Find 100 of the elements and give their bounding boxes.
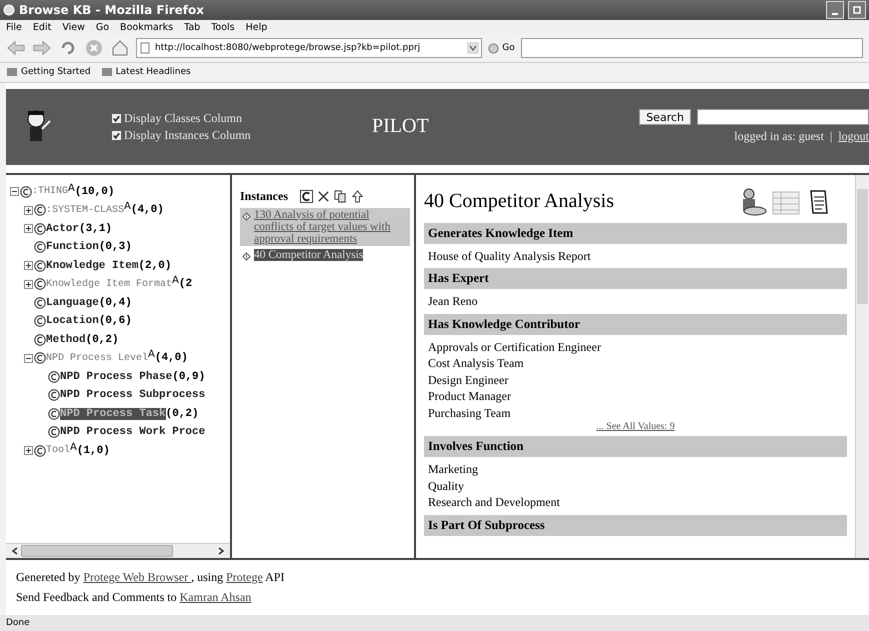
upload-arrow-icon[interactable]	[351, 190, 364, 203]
footer-link[interactable]: Kamran Ahsan	[180, 590, 252, 604]
dropdown-icon[interactable]	[467, 42, 480, 54]
tree-toggle-icon[interactable]	[24, 206, 33, 215]
delete-icon[interactable]	[317, 190, 330, 203]
class-icon	[34, 222, 46, 235]
instance-link[interactable]: 40 Competitor Analysis	[254, 248, 364, 261]
scroll-right-icon[interactable]	[217, 546, 225, 555]
class-name[interactable]: Function	[46, 241, 99, 254]
search-field[interactable]	[520, 38, 864, 58]
horizontal-scrollbar[interactable]	[6, 542, 230, 558]
abstract-marker: A	[172, 275, 179, 286]
slot-value: Cost Analysis Team	[428, 355, 525, 372]
instance-count: (10,0)	[74, 186, 114, 198]
minimize-icon	[832, 13, 838, 16]
display-option-checkbox[interactable]: Display Instances Column	[112, 128, 322, 143]
scroll-left-icon[interactable]	[11, 546, 19, 555]
page-icon	[139, 42, 151, 54]
slot-heading: Involves Function	[424, 436, 847, 458]
address-field[interactable]: http://localhost:8080/webprotege/browse.jsp?kb=pilot.pprj	[136, 38, 482, 58]
instance-count: (3,1)	[79, 222, 112, 235]
tree-toggle-icon[interactable]	[24, 280, 33, 289]
class-name[interactable]: Method	[46, 334, 86, 346]
class-name[interactable]: :THING	[32, 186, 68, 198]
footer-link[interactable]: Protege Web Browser	[83, 570, 192, 584]
instance-count: (2,0)	[138, 260, 172, 272]
class-icon	[34, 241, 46, 254]
slot-heading: Has Knowledge Contributor	[424, 314, 847, 335]
abstract-marker: A	[68, 182, 75, 194]
tree-toggle-icon[interactable]	[10, 187, 19, 196]
separator-text: |	[830, 129, 832, 144]
class-icon	[48, 426, 60, 438]
maximize-button[interactable]	[848, 1, 866, 20]
search-button[interactable]: Search	[639, 109, 691, 126]
class-name[interactable]: Knowledge Item Format	[46, 278, 172, 290]
back-arrow-icon[interactable]	[6, 39, 26, 58]
instance-icon	[242, 212, 251, 221]
instance-count: (2	[178, 278, 192, 290]
class-icon	[34, 352, 46, 364]
go-button[interactable]: Go	[488, 42, 515, 54]
menu-item[interactable]: Bookmarks	[120, 22, 174, 33]
status-bar: Done	[0, 614, 869, 631]
slot-value: Purchasing Team	[428, 404, 512, 422]
menu-item[interactable]: Help	[246, 22, 268, 33]
bookmark-icon	[6, 66, 18, 78]
slot-heading: Generates Knowledge Item	[424, 222, 847, 244]
instance-link[interactable]: 130 Analysis of potential conflicts of target values with approval requirements	[254, 208, 408, 245]
class-icon	[48, 389, 60, 402]
class-name[interactable]: NPD Process Work Proce	[60, 426, 206, 438]
tree-toggle-icon[interactable]	[24, 354, 33, 363]
menu-item[interactable]: File	[6, 22, 22, 33]
class-icon	[34, 444, 46, 457]
class-name[interactable]: NPD Process Phase	[60, 370, 172, 383]
instances-heading: Instances	[240, 188, 288, 204]
create-class-icon[interactable]	[300, 190, 314, 203]
bookmark-link[interactable]: Latest Headlines	[100, 66, 191, 78]
class-name[interactable]: Language	[46, 296, 99, 309]
minimize-button[interactable]	[826, 1, 844, 20]
instance-title: 40 Competitor Analysis	[424, 190, 615, 214]
menu-item[interactable]: Tools	[211, 22, 235, 33]
class-name[interactable]: Location	[46, 315, 99, 328]
instance-count: (0,4)	[98, 296, 132, 309]
search-input[interactable]	[697, 109, 869, 126]
tree-toggle-icon[interactable]	[24, 261, 33, 270]
menu-item[interactable]: Tab	[184, 22, 200, 33]
see-all-values-link[interactable]: ... See All Values: 9	[596, 421, 675, 432]
instance-count: (0,2)	[166, 408, 199, 420]
bookmark-link[interactable]: Getting Started	[6, 66, 91, 78]
class-name[interactable]: NPD Process Level	[46, 352, 148, 364]
slot-value: Approvals or Certification Engineer	[428, 338, 602, 356]
menu-item[interactable]: Edit	[32, 22, 52, 33]
forward-arrow-icon[interactable]	[32, 39, 52, 58]
instance-count: (4,0)	[154, 352, 188, 364]
instance-count: (0,2)	[86, 334, 119, 346]
logout-link[interactable]: logout	[838, 129, 869, 144]
go-icon	[488, 42, 500, 54]
tree-toggle-icon[interactable]	[24, 446, 33, 456]
home-icon[interactable]	[110, 39, 130, 58]
class-name[interactable]: :SYSTEM-CLASS	[46, 204, 124, 216]
abstract-marker: A	[70, 442, 77, 453]
copy-icon[interactable]	[334, 190, 348, 203]
display-option-checkbox[interactable]: Display Classes Column	[112, 110, 322, 126]
class-name[interactable]: Actor	[46, 222, 80, 235]
class-name[interactable]: NPD Process Subprocess	[60, 389, 206, 402]
instance-icon	[242, 252, 251, 261]
instance-count: (0,3)	[98, 241, 132, 254]
footer-link[interactable]: Protege	[226, 570, 263, 584]
vertical-scrollbar[interactable]	[855, 174, 869, 558]
tree-toggle-icon[interactable]	[24, 224, 33, 234]
instance-count: (0,6)	[98, 315, 132, 328]
menu-item[interactable]: Go	[96, 22, 110, 33]
class-name[interactable]: Knowledge Item	[46, 260, 138, 272]
class-icon	[34, 315, 46, 328]
window-title: Browse KB - Mozilla Firefox	[19, 3, 204, 18]
abstract-marker: A	[124, 201, 131, 212]
class-name[interactable]: NPD Process Task	[60, 408, 166, 420]
bookmark-icon	[100, 66, 113, 78]
class-name[interactable]: Tool	[46, 445, 70, 456]
instance-count: (0,9)	[172, 370, 206, 383]
menu-item[interactable]: View	[62, 22, 85, 33]
